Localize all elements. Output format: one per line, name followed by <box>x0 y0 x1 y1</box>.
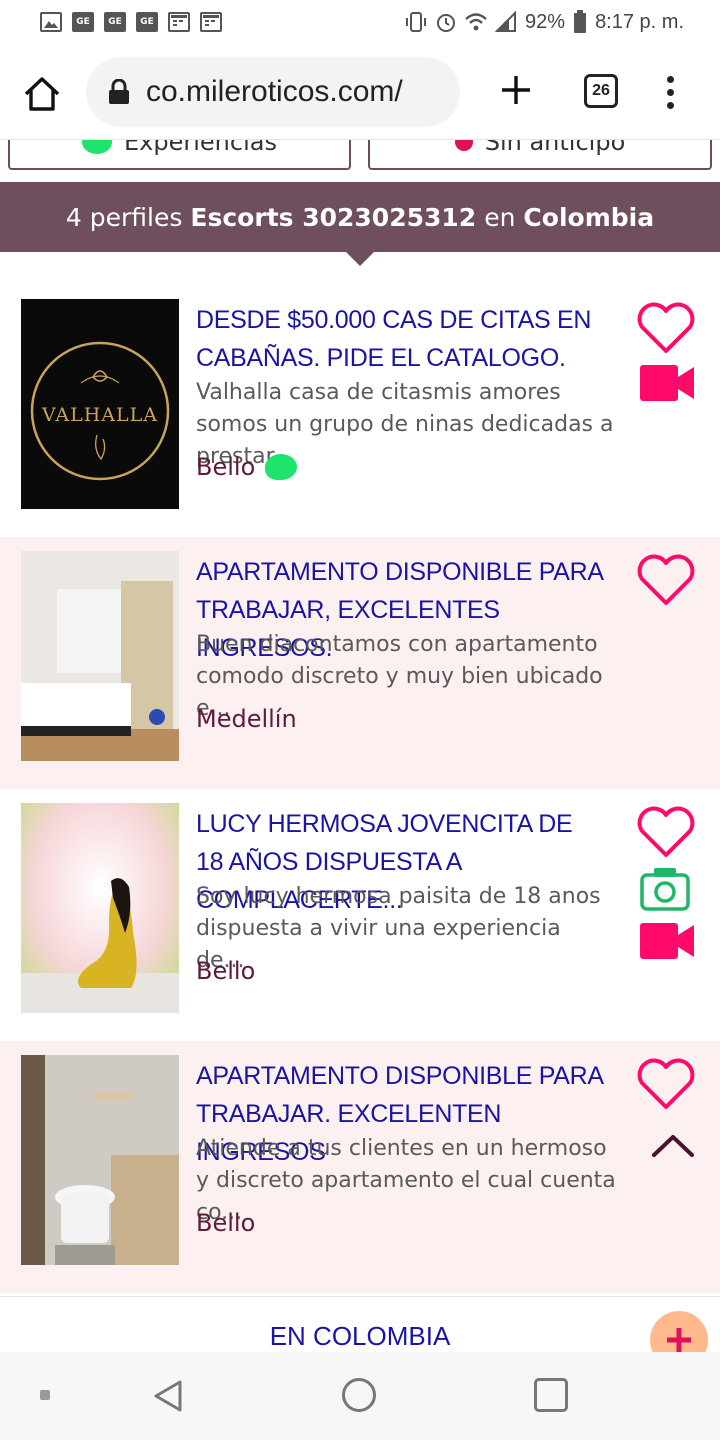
overflow-menu-icon[interactable] <box>660 72 680 112</box>
system-navigation-bar <box>0 1352 720 1440</box>
location-label: Medellín <box>196 705 297 733</box>
listing-description: Soy lucy hermosa paisita de 18 anos disp… <box>196 884 601 973</box>
listing-card[interactable]: LUCY HERMOSA JOVENCITA DE 18 AÑOS DISPUE… <box>0 789 720 1041</box>
alarm-icon <box>437 14 456 32</box>
listing-card[interactable]: VALHALLA DESDE $50.000 CAS DE CITAS EN C… <box>0 285 720 537</box>
location-label: Bello <box>196 453 256 481</box>
home-nav-icon[interactable] <box>342 1378 376 1412</box>
url-text: co.mileroticos.com/ <box>146 75 403 108</box>
battery-icon <box>574 10 587 33</box>
video-icon <box>640 923 694 959</box>
battery-percentage: 92% <box>525 10 566 33</box>
listing-location: Bello <box>196 1209 255 1237</box>
results-connector: en <box>484 202 516 232</box>
heart-icon[interactable] <box>636 551 696 607</box>
ge-icon: GE <box>72 12 94 32</box>
recent-apps-icon[interactable] <box>534 1378 568 1412</box>
listing-location: Bello <box>196 957 255 985</box>
camera-icon <box>640 868 690 911</box>
listing-thumbnail[interactable] <box>21 1055 179 1265</box>
home-icon[interactable] <box>22 74 62 114</box>
video-icon <box>640 365 694 401</box>
tab-switcher-button[interactable]: 26 <box>584 74 618 108</box>
listing-description: Atiende a tus clientes en un hermoso y d… <box>196 1136 616 1225</box>
ge-icon: GE <box>104 12 126 32</box>
filter-label: Sin anticipo <box>484 140 626 156</box>
no-money-icon <box>454 140 473 151</box>
ge-icon: GE <box>136 12 158 32</box>
results-keyword: Escorts 3023025312 <box>190 202 477 232</box>
image-icon <box>40 12 62 32</box>
location-label: Bello <box>196 957 256 985</box>
chat-icon <box>265 454 298 480</box>
add-fab-button[interactable] <box>650 1311 708 1352</box>
results-count: 4 perfiles <box>65 202 183 232</box>
address-bar[interactable]: co.mileroticos.com/ <box>86 57 460 127</box>
wifi-icon <box>465 13 487 31</box>
header-pointer <box>346 252 374 266</box>
listing-title[interactable]: DESDE $50.000 CAS DE CITAS EN CABAÑAS. P… <box>196 301 606 377</box>
calendar-icon <box>168 12 190 32</box>
listing-thumbnail[interactable] <box>21 551 179 761</box>
lock-icon <box>109 79 129 104</box>
valhalla-logo-text: VALHALLA <box>41 404 158 426</box>
results-place: Colombia <box>523 202 655 232</box>
listing-location: Medellín <box>196 705 297 733</box>
filter-bar: Experiencias Sin anticipo <box>0 140 720 182</box>
clock: 8:17 p. m. <box>595 10 684 33</box>
listing-list: VALHALLA DESDE $50.000 CAS DE CITAS EN C… <box>0 285 720 1293</box>
filter-sin-anticipo[interactable]: Sin anticipo <box>368 140 712 170</box>
signal-icon <box>495 11 517 32</box>
heart-icon[interactable] <box>636 299 696 355</box>
results-header: 4 perfiles Escorts 3023025312 en Colombi… <box>0 182 720 252</box>
vibrate-icon <box>406 12 427 32</box>
footer-section: EN COLOMBIA <box>0 1296 720 1352</box>
calendar-icon <box>200 12 222 32</box>
listing-card[interactable]: APARTAMENTO DISPONIBLE PARA TRABAJAR, EX… <box>0 537 720 789</box>
footer-title: EN COLOMBIA <box>269 1321 451 1351</box>
status-bar: GE GE GE 92% 8:17 p. m. <box>0 0 720 44</box>
location-label: Bello <box>196 1209 256 1237</box>
listing-thumbnail[interactable]: VALHALLA <box>21 299 179 509</box>
chevron-up-icon[interactable] <box>650 1131 696 1161</box>
chat-bubble-icon <box>82 140 113 154</box>
notification-icons: GE GE GE <box>40 12 222 32</box>
back-icon[interactable] <box>150 1378 186 1414</box>
browser-toolbar: co.mileroticos.com/ 26 <box>0 44 720 140</box>
new-tab-icon[interactable] <box>496 70 536 110</box>
nav-indicator-icon <box>40 1390 50 1400</box>
heart-icon[interactable] <box>636 803 696 859</box>
listing-card[interactable]: APARTAMENTO DISPONIBLE PARA TRABAJAR. EX… <box>0 1041 720 1293</box>
listing-location: Bello <box>196 453 298 481</box>
listing-thumbnail[interactable] <box>21 803 179 1013</box>
heart-icon[interactable] <box>636 1055 696 1111</box>
plus-icon <box>667 1328 691 1352</box>
filter-experiencias[interactable]: Experiencias <box>8 140 351 170</box>
filter-label: Experiencias <box>124 140 277 156</box>
